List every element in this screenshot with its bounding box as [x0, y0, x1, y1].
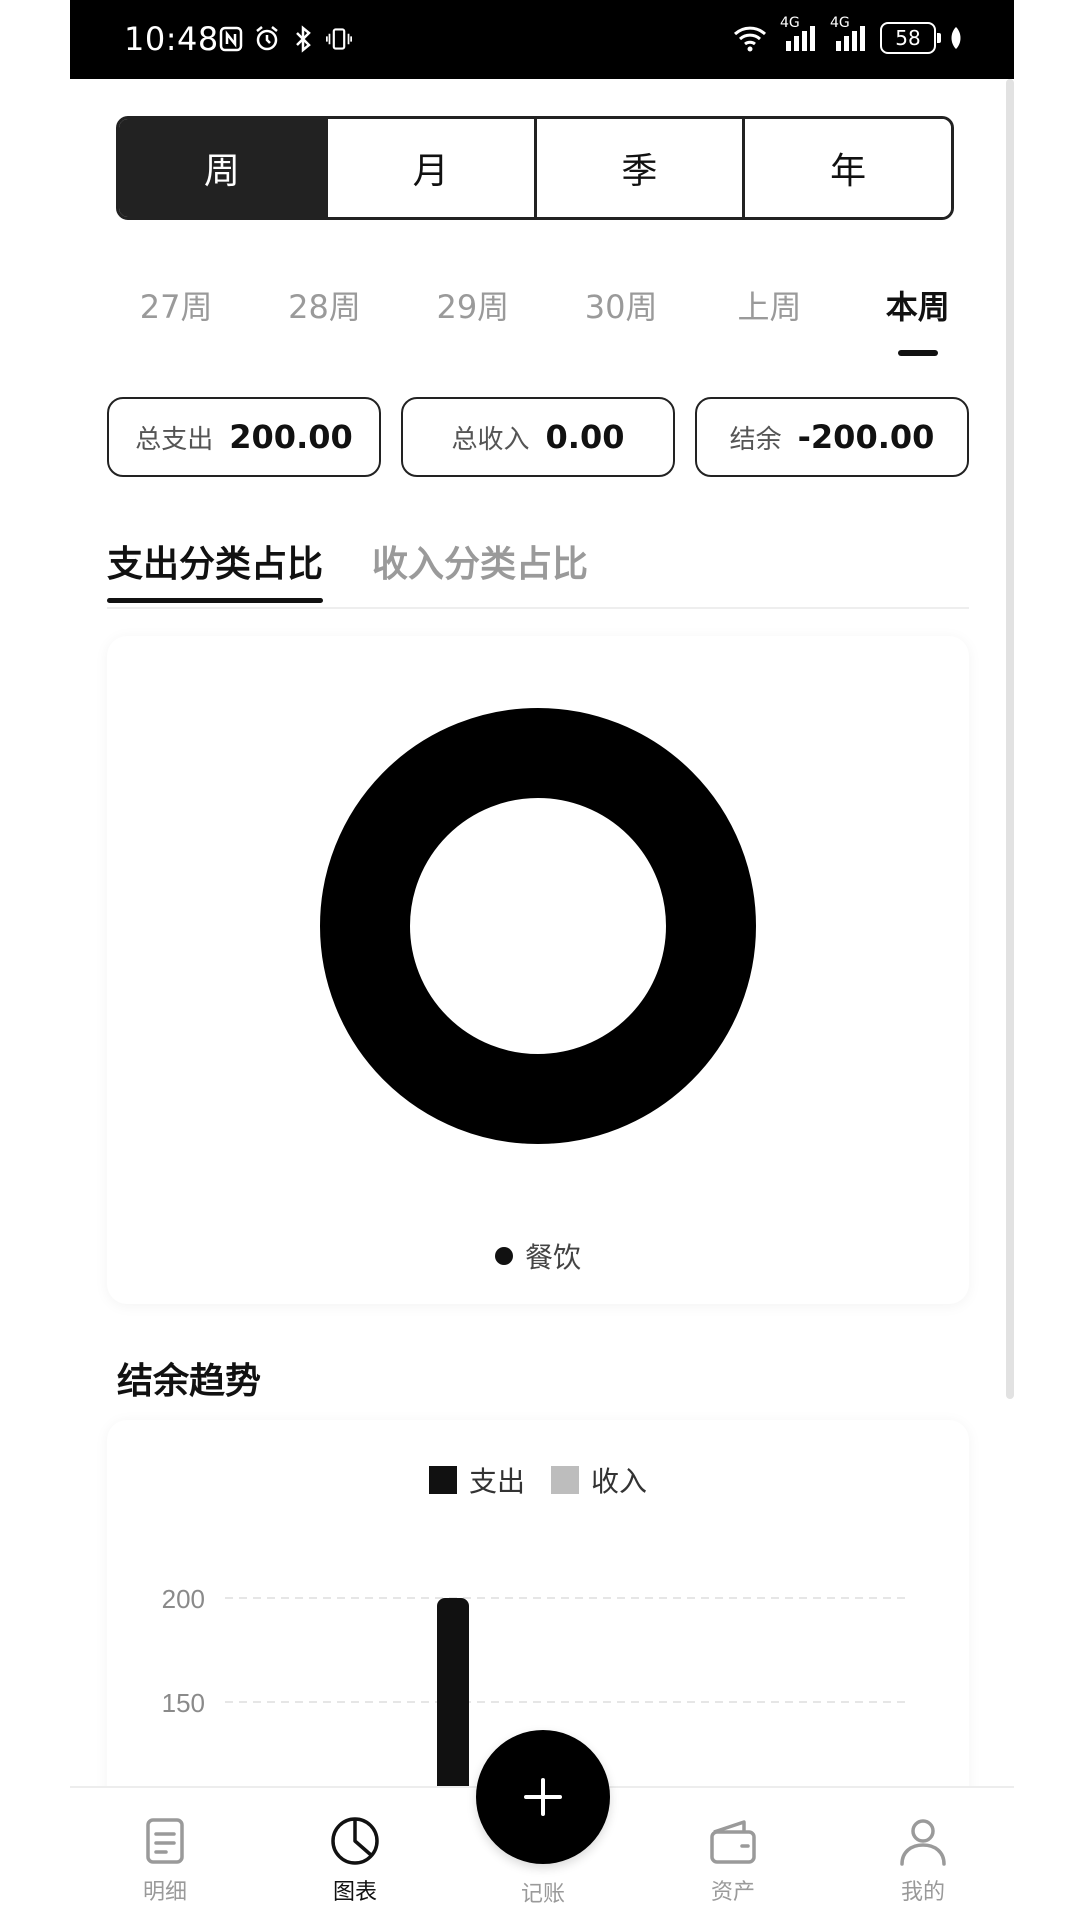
status-bar: 10:48 4G 4G 58	[70, 0, 1014, 79]
pie-chart-icon	[331, 1817, 379, 1865]
nav-assets[interactable]: 资产	[673, 1814, 793, 1906]
signal-1: 4G	[780, 15, 818, 53]
week-tab-28[interactable]: 28周	[250, 276, 398, 346]
app-screen: 10:48 4G 4G 58 周 月 季 年 27周 28周 29周 30周 上…	[70, 0, 1014, 1920]
donut-slice-0[interactable]	[320, 708, 756, 1144]
total-income-label: 总收入	[451, 424, 530, 455]
week-tab-last[interactable]: 上周	[695, 276, 843, 346]
period-tab-quarter[interactable]: 季	[533, 119, 743, 217]
nfc-icon	[219, 26, 243, 52]
week-tabs: 27周 28周 29周 30周 上周 本周	[102, 276, 992, 346]
week-tab-current[interactable]: 本周	[844, 276, 992, 346]
total-income-card: 总收入 0.00	[401, 397, 675, 477]
total-expense-value: 200.00	[229, 418, 353, 456]
signal-2: 4G	[830, 15, 868, 53]
total-expense-label: 总支出	[135, 424, 214, 455]
net-label-2: 4G	[830, 15, 850, 31]
nav-charts-label: 图表	[332, 1880, 377, 1905]
category-tabs: 支出分类占比 收入分类占比	[107, 535, 969, 609]
y-tick-200: 200	[162, 1584, 205, 1614]
alarm-icon	[256, 26, 278, 51]
balance-card: 结余 -200.00	[695, 397, 969, 477]
document-icon	[146, 1818, 184, 1864]
battery-indicator: 58	[880, 22, 941, 54]
week-tab-27[interactable]: 27周	[102, 276, 250, 346]
category-pie-card: 餐饮	[107, 636, 969, 1304]
nav-details-label: 明细	[142, 1880, 187, 1905]
scrollbar[interactable]	[1006, 79, 1014, 1399]
wallet-icon	[710, 1820, 756, 1864]
add-record-label: 记账	[520, 1882, 565, 1907]
period-selector: 周 月 季 年	[116, 116, 954, 220]
status-left-icons	[218, 24, 352, 54]
period-tab-week[interactable]: 周	[119, 119, 325, 217]
nav-profile[interactable]: 我的	[863, 1814, 983, 1906]
legend-label-dining[interactable]: 餐饮	[525, 1236, 581, 1276]
week-tab-30[interactable]: 30周	[547, 276, 695, 346]
trend-title: 结余趋势	[117, 1361, 262, 1402]
period-tab-year[interactable]: 年	[742, 119, 951, 217]
vibrate-icon	[326, 28, 352, 50]
nav-assets-label: 资产	[710, 1880, 755, 1905]
bluetooth-icon	[296, 25, 311, 53]
total-income-value: 0.00	[545, 418, 625, 456]
nav-details[interactable]: 明细	[105, 1814, 225, 1906]
nav-charts[interactable]: 图表	[295, 1814, 415, 1906]
nav-profile-label: 我的	[900, 1880, 945, 1905]
status-time: 10:48	[124, 20, 219, 58]
user-icon	[900, 1819, 946, 1866]
tab-expense-category[interactable]: 支出分类占比	[107, 535, 324, 603]
plus-icon	[524, 1778, 562, 1816]
wifi-icon	[733, 26, 767, 52]
summary-cards: 总支出 200.00 总收入 0.00 结余 -200.00	[107, 397, 969, 477]
tab-income-category[interactable]: 收入分类占比	[372, 535, 588, 587]
battery-level: 58	[895, 26, 921, 50]
add-record-button[interactable]	[476, 1730, 610, 1864]
balance-value: -200.00	[797, 418, 935, 456]
legend-dot-dining	[494, 1247, 513, 1265]
status-right-icons: 4G 4G 58	[732, 15, 964, 54]
week-tab-29[interactable]: 29周	[399, 276, 547, 346]
pie-legend: 餐饮	[107, 1236, 969, 1276]
period-tab-month[interactable]: 月	[324, 119, 534, 217]
leaf-icon	[951, 27, 961, 49]
net-label-1: 4G	[780, 15, 800, 31]
balance-label: 结余	[729, 424, 782, 455]
y-tick-150: 150	[162, 1688, 205, 1718]
donut-chart[interactable]	[107, 636, 969, 1236]
total-expense-card: 总支出 200.00	[107, 397, 381, 477]
